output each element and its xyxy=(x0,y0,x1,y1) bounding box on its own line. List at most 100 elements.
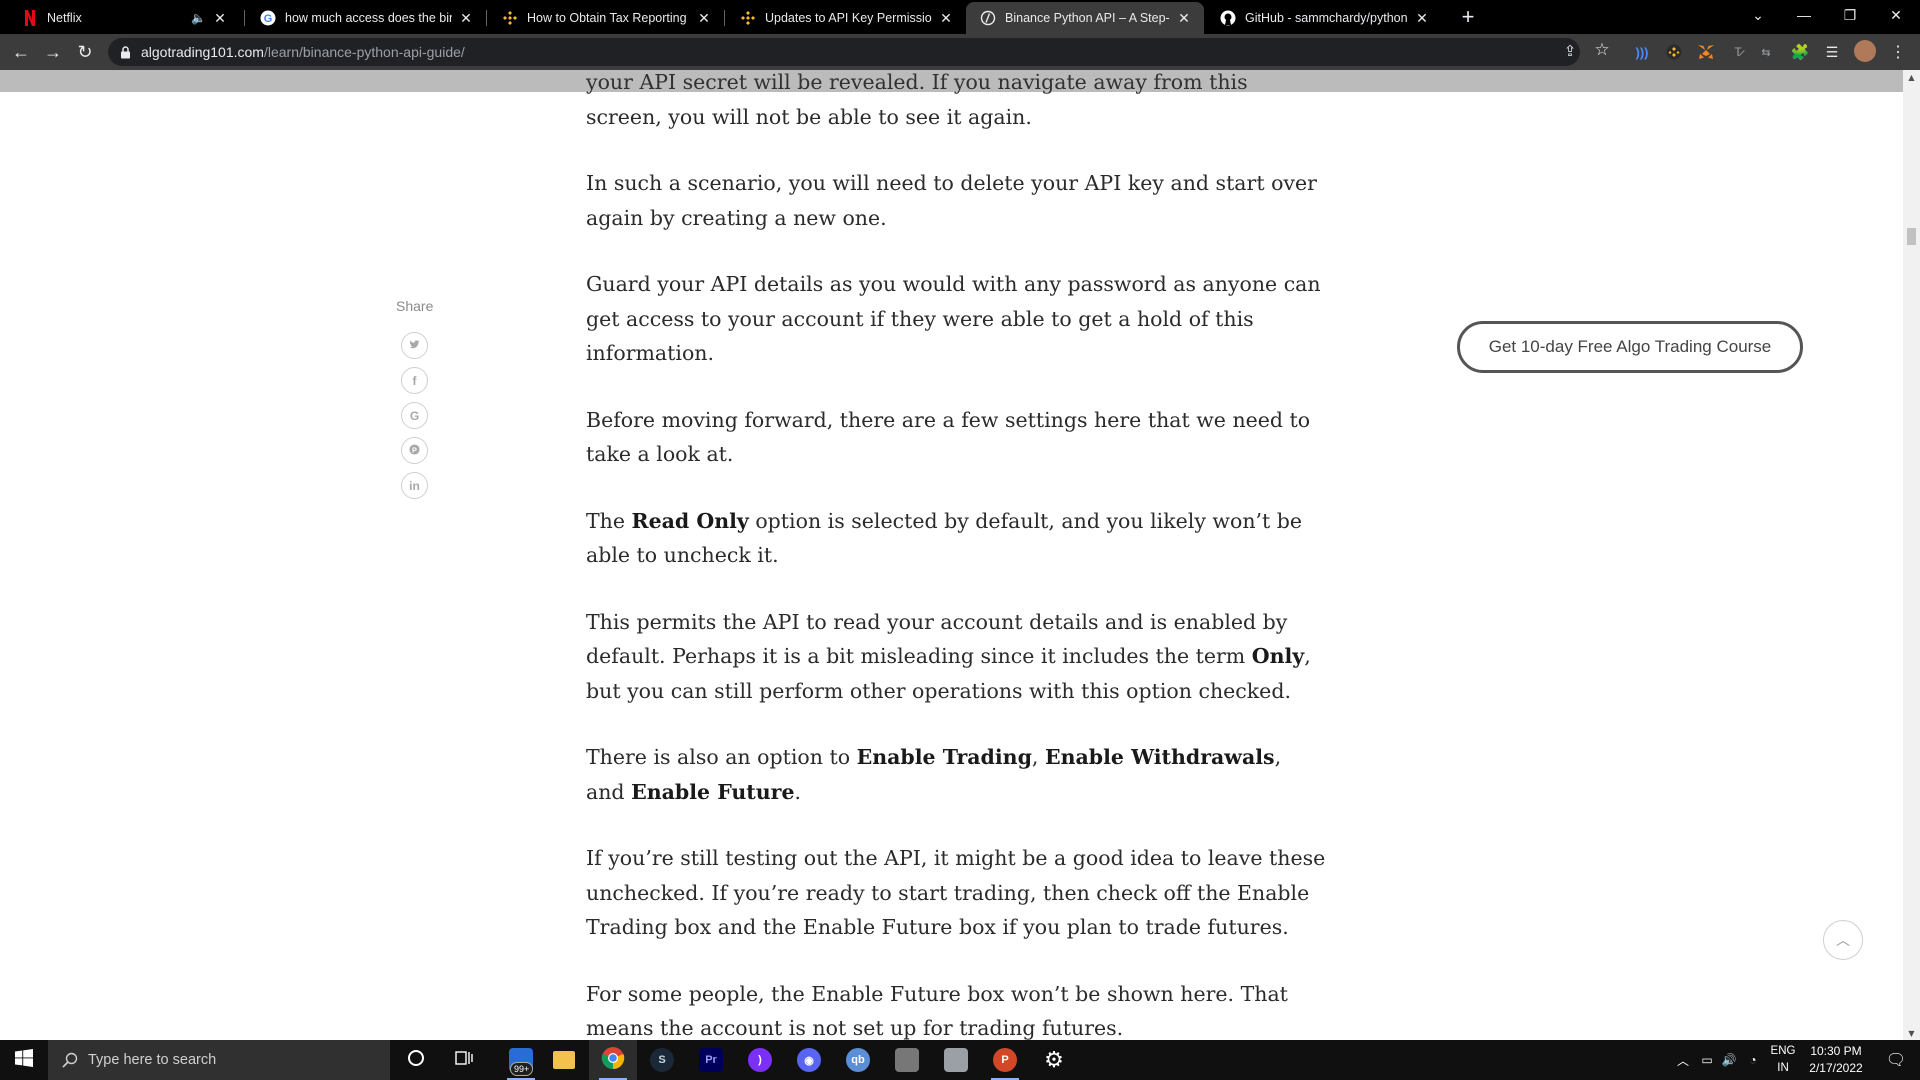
taskbar-app-discord[interactable]: ◉ xyxy=(785,1040,833,1080)
tab-title: GitHub - sammchardy/python-bi xyxy=(1245,11,1408,25)
start-button[interactable] xyxy=(0,1040,48,1080)
tab-github[interactable]: GitHub - sammchardy/python-bi ✕ xyxy=(1206,2,1442,34)
task-view-icon xyxy=(455,1050,473,1071)
profile-avatar[interactable] xyxy=(1854,40,1876,62)
address-bar[interactable]: algotrading101.com/learn/binance-python-… xyxy=(108,38,1580,66)
tab-binance-tax[interactable]: How to Obtain Tax Reporting on ✕ xyxy=(488,2,724,34)
windows-logo-icon xyxy=(15,1048,33,1072)
article-paragraph: The Read Only option is selected by defa… xyxy=(586,504,1326,573)
share-pinterest-button[interactable]: P xyxy=(401,437,428,464)
taskbar-app-powerpoint[interactable]: P xyxy=(981,1040,1029,1080)
folder-icon xyxy=(553,1051,575,1069)
lock-icon[interactable] xyxy=(120,45,131,59)
scroll-up-arrow[interactable]: ▲ xyxy=(1903,70,1920,84)
taskbar-search-box[interactable]: Type here to search xyxy=(48,1040,390,1080)
taskbar-app-steam[interactable]: S xyxy=(638,1040,686,1080)
scrollbar-thumb[interactable] xyxy=(1907,228,1916,245)
scroll-down-arrow[interactable]: ▼ xyxy=(1903,1026,1920,1040)
article-paragraph: This permits the API to read your accoun… xyxy=(586,605,1326,709)
input-language[interactable]: ENG IN xyxy=(1766,1043,1800,1077)
taskbar-app-remote[interactable] xyxy=(932,1040,980,1080)
bold-term: Enable Withdrawals xyxy=(1044,745,1275,769)
binance-icon xyxy=(740,10,756,26)
tab-binance-api-updates[interactable]: Updates to API Key Permission R ✕ xyxy=(726,2,966,34)
share-linkedin-button[interactable]: in xyxy=(401,472,428,499)
extension-wave-icon[interactable]: ))) xyxy=(1632,42,1652,62)
tab-title: Updates to API Key Permission R xyxy=(765,11,932,25)
article-body: your API secret will be revealed. If you… xyxy=(586,70,1326,1040)
steam-icon: S xyxy=(650,1048,674,1072)
back-button[interactable]: ← xyxy=(8,39,34,65)
extension-binance-icon[interactable] xyxy=(1664,42,1684,62)
taskbar-app-qbittorrent[interactable]: qb xyxy=(834,1040,882,1080)
meet-now-icon[interactable]: ▭ xyxy=(1696,1040,1718,1080)
free-course-button[interactable]: Get 10-day Free Algo Trading Course xyxy=(1457,321,1803,373)
web-page: your API secret will be revealed. If you… xyxy=(0,70,1903,1040)
share-google-button[interactable]: G xyxy=(401,402,428,429)
close-icon[interactable]: ✕ xyxy=(1414,10,1430,26)
volume-icon[interactable]: 🔊 xyxy=(1718,1040,1740,1080)
language-code: ENG xyxy=(1770,1045,1796,1057)
article-paragraph: There is also an option to Enable Tradin… xyxy=(586,740,1326,809)
restore-button[interactable]: ❐ xyxy=(1828,0,1872,30)
taskbar-app-file-explorer[interactable] xyxy=(540,1040,588,1080)
url-path: /learn/binance-python-api-guide/ xyxy=(263,44,465,60)
taskbar-app-settings[interactable]: ⚙ xyxy=(1030,1040,1078,1080)
close-icon[interactable]: ✕ xyxy=(696,10,712,26)
tab-search-icon[interactable]: ⌄ xyxy=(1736,0,1780,30)
cortana-button[interactable] xyxy=(392,1040,440,1080)
chrome-menu-icon[interactable]: ⋮ xyxy=(1888,42,1908,62)
reading-list-icon[interactable]: ☰ xyxy=(1822,42,1842,62)
google-icon: G xyxy=(409,408,420,423)
share-page-icon[interactable]: ⇪ xyxy=(1560,41,1580,61)
tab-netflix[interactable]: Netflix 🔈 ✕ xyxy=(8,2,240,34)
close-icon[interactable]: ✕ xyxy=(458,10,474,26)
taskbar-app-premiere[interactable]: Pr xyxy=(687,1040,735,1080)
region-code: IN xyxy=(1777,1062,1789,1074)
article-paragraph: In such a scenario, you will need to del… xyxy=(586,171,1317,230)
facebook-icon: f xyxy=(412,373,417,388)
bookmark-star-icon[interactable]: ☆ xyxy=(1592,40,1612,60)
extension-arrows-icon[interactable]: ⇆ xyxy=(1756,42,1776,62)
network-icon[interactable]: ◔ xyxy=(1742,1040,1764,1080)
netflix-icon xyxy=(22,10,38,26)
metamask-icon[interactable] xyxy=(1696,42,1716,62)
action-center-icon[interactable]: 🗨 xyxy=(1880,1040,1912,1080)
pinterest-icon: P xyxy=(409,443,420,458)
taskbar-app-chrome[interactable] xyxy=(589,1040,637,1080)
forward-button[interactable]: → xyxy=(40,39,66,65)
close-icon[interactable]: ✕ xyxy=(212,10,228,26)
reload-button[interactable]: ↻ xyxy=(72,39,98,65)
speaker-icon[interactable]: 🔈 xyxy=(191,11,206,25)
article-paragraph: Guard your API details as you would with… xyxy=(586,272,1321,365)
taskbar-app-podcast[interactable]: ) xyxy=(736,1040,784,1080)
new-tab-button[interactable]: + xyxy=(1454,4,1482,30)
text-run: The xyxy=(586,508,632,533)
taskbar-app-tool[interactable] xyxy=(883,1040,931,1080)
page-top-fade xyxy=(0,70,1903,92)
minimize-button[interactable]: — xyxy=(1782,0,1826,30)
system-clock[interactable]: 10:30 PM 2/17/2022 xyxy=(1800,1043,1872,1077)
share-facebook-button[interactable]: f xyxy=(401,367,428,394)
tab-google-search[interactable]: G how much access does the binan ✕ xyxy=(246,2,486,34)
tab-title: how much access does the binan xyxy=(285,11,452,25)
share-twitter-button[interactable] xyxy=(401,332,428,359)
close-window-button[interactable]: ✕ xyxy=(1874,0,1918,30)
task-view-button[interactable] xyxy=(440,1040,488,1080)
linkedin-icon: in xyxy=(409,478,420,493)
tab-binance-python-api[interactable]: Binance Python API – A Step-by- ✕ xyxy=(966,2,1204,34)
search-icon xyxy=(62,1052,78,1068)
close-icon[interactable]: ✕ xyxy=(938,10,954,26)
tool-app-icon xyxy=(895,1048,919,1072)
scroll-to-top-button[interactable]: ︿ xyxy=(1823,920,1863,960)
extension-translate-icon[interactable]: T̷ xyxy=(1728,42,1748,62)
github-icon xyxy=(1220,10,1236,26)
svg-text:G: G xyxy=(264,13,273,25)
bold-term: Enable Future xyxy=(631,779,795,804)
page-scrollbar[interactable]: ▲ ▼ xyxy=(1903,70,1920,1040)
algotrading-icon xyxy=(980,10,996,26)
close-icon[interactable]: ✕ xyxy=(1176,10,1192,26)
binance-icon xyxy=(502,10,518,26)
extensions-puzzle-icon[interactable]: 🧩 xyxy=(1790,42,1810,62)
show-hidden-icons-chevron[interactable]: ︿ xyxy=(1672,1040,1694,1080)
